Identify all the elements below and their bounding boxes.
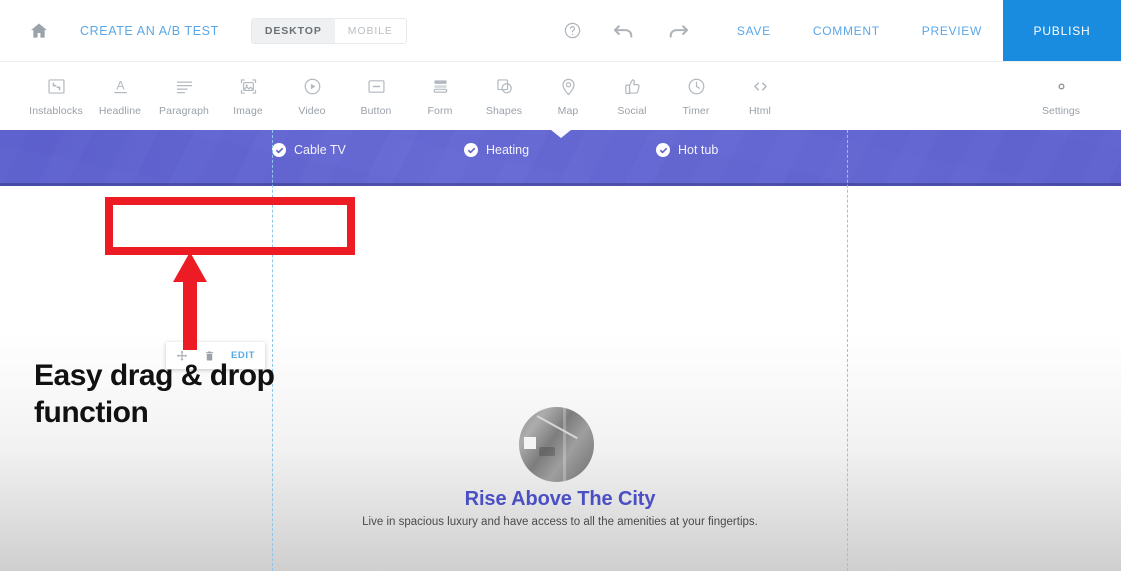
toolbar-item-instablocks[interactable]: Instablocks bbox=[24, 75, 88, 117]
amenity-item: Heating bbox=[464, 143, 656, 157]
toolbar-label: Image bbox=[233, 105, 263, 117]
device-toggle-mobile[interactable]: MOBILE bbox=[334, 18, 406, 43]
top-bar-right-group: SAVE COMMENT PREVIEW PUBLISH bbox=[563, 0, 1121, 61]
toolbar-item-paragraph[interactable]: Paragraph bbox=[152, 75, 216, 117]
toolbar-label: Html bbox=[749, 105, 771, 117]
element-insert-toolbar: Instablocks A Headline Paragraph Image V… bbox=[0, 62, 1121, 130]
toolbar-item-shapes[interactable]: Shapes bbox=[472, 75, 536, 117]
toolbar-item-headline[interactable]: A Headline bbox=[88, 75, 152, 117]
gear-icon bbox=[1052, 75, 1071, 97]
toolbar-item-timer[interactable]: Timer bbox=[664, 75, 728, 117]
toolbar-item-image[interactable]: Image bbox=[216, 75, 280, 117]
device-toggle-desktop[interactable]: DESKTOP bbox=[251, 18, 335, 43]
toolbar-label: Video bbox=[298, 105, 326, 117]
toolbar-label: Social bbox=[617, 105, 647, 117]
square-circle-overlap-icon bbox=[494, 75, 515, 97]
top-bar-spacer bbox=[407, 0, 563, 61]
angle-brackets-icon bbox=[750, 75, 771, 97]
toolbar-item-form[interactable]: Form bbox=[408, 75, 472, 117]
page-canvas: Cable TV Heating Hot tub EDIT Rise Above… bbox=[0, 130, 1121, 571]
toolbar-item-video[interactable]: Video bbox=[280, 75, 344, 117]
home-icon[interactable] bbox=[28, 20, 50, 42]
amenity-label: Cable TV bbox=[294, 143, 346, 157]
device-toggle[interactable]: DESKTOP MOBILE bbox=[250, 17, 407, 44]
settings-label: Settings bbox=[1042, 105, 1080, 117]
top-bar-icon-group bbox=[563, 0, 716, 61]
toolbar-items: Instablocks A Headline Paragraph Image V… bbox=[0, 75, 792, 117]
annotation-up-arrow bbox=[173, 252, 207, 350]
preview-button[interactable]: PREVIEW bbox=[901, 24, 1003, 38]
toolbar-label: Shapes bbox=[485, 105, 523, 117]
toolbar-item-button[interactable]: Button bbox=[344, 75, 408, 117]
toolbar-label: Form bbox=[427, 105, 453, 117]
toolbar-label: Timer bbox=[682, 105, 710, 117]
create-ab-test-link[interactable]: CREATE AN A/B TEST bbox=[80, 24, 219, 38]
map-pin-icon bbox=[558, 75, 579, 97]
question-mark-circle-icon[interactable] bbox=[563, 21, 582, 40]
hero-headline[interactable]: Rise Above The City bbox=[272, 488, 848, 511]
play-circle-icon bbox=[302, 75, 323, 97]
toolbar-label: Instablocks bbox=[29, 105, 83, 117]
undo-arrow-icon[interactable] bbox=[612, 21, 636, 41]
toolbar-item-map[interactable]: Map bbox=[536, 75, 600, 117]
image-rail-detail bbox=[536, 415, 578, 440]
toolbar-label: Button bbox=[360, 105, 392, 117]
instablocks-frame-icon bbox=[46, 75, 67, 97]
save-button[interactable]: SAVE bbox=[716, 24, 792, 38]
hero-banner-section[interactable]: Cable TV Heating Hot tub bbox=[0, 130, 1121, 186]
toolbar-label: Paragraph bbox=[159, 105, 209, 117]
redo-arrow-icon[interactable] bbox=[666, 21, 690, 41]
form-stack-icon bbox=[430, 75, 451, 97]
banner-caret-marker bbox=[551, 130, 571, 138]
svg-text:A: A bbox=[116, 78, 125, 92]
button-rect-icon bbox=[366, 75, 387, 97]
check-circle-icon bbox=[464, 143, 478, 157]
hero-subtext[interactable]: Live in spacious luxury and have access … bbox=[272, 516, 848, 528]
toolbar-item-social[interactable]: Social bbox=[600, 75, 664, 117]
amenity-label: Hot tub bbox=[678, 143, 719, 157]
amenity-item: Cable TV bbox=[272, 143, 464, 157]
clock-icon bbox=[686, 75, 707, 97]
toolbar-label: Map bbox=[557, 105, 579, 117]
top-bar: CREATE AN A/B TEST DESKTOP MOBILE SAVE C… bbox=[0, 0, 1121, 62]
amenity-item: Hot tub bbox=[656, 143, 848, 157]
top-bar-actions: SAVE COMMENT PREVIEW bbox=[716, 0, 1003, 61]
hero-circular-image[interactable] bbox=[519, 407, 594, 482]
check-circle-icon bbox=[656, 143, 670, 157]
text-lines-icon bbox=[174, 75, 195, 97]
image-wall-detail bbox=[563, 407, 566, 482]
comment-button[interactable]: COMMENT bbox=[792, 24, 901, 38]
check-circle-icon bbox=[272, 143, 286, 157]
toolbar-label: Headline bbox=[98, 105, 142, 117]
toolbar-item-html[interactable]: Html bbox=[728, 75, 792, 117]
underlined-letter-a-icon: A bbox=[110, 75, 131, 97]
annotation-callout-text: Easy drag & drop function bbox=[34, 359, 275, 429]
top-bar-left-group: CREATE AN A/B TEST DESKTOP MOBILE bbox=[0, 0, 407, 61]
amenities-row: Cable TV Heating Hot tub bbox=[272, 143, 848, 157]
toolbar-item-settings[interactable]: Settings bbox=[1025, 62, 1097, 130]
image-furniture-detail bbox=[539, 447, 555, 456]
publish-button[interactable]: PUBLISH bbox=[1003, 0, 1121, 61]
amenity-label: Heating bbox=[486, 143, 530, 157]
image-frame-icon bbox=[238, 75, 259, 97]
thumbs-up-icon bbox=[622, 75, 643, 97]
image-light-pane-detail bbox=[524, 437, 536, 449]
